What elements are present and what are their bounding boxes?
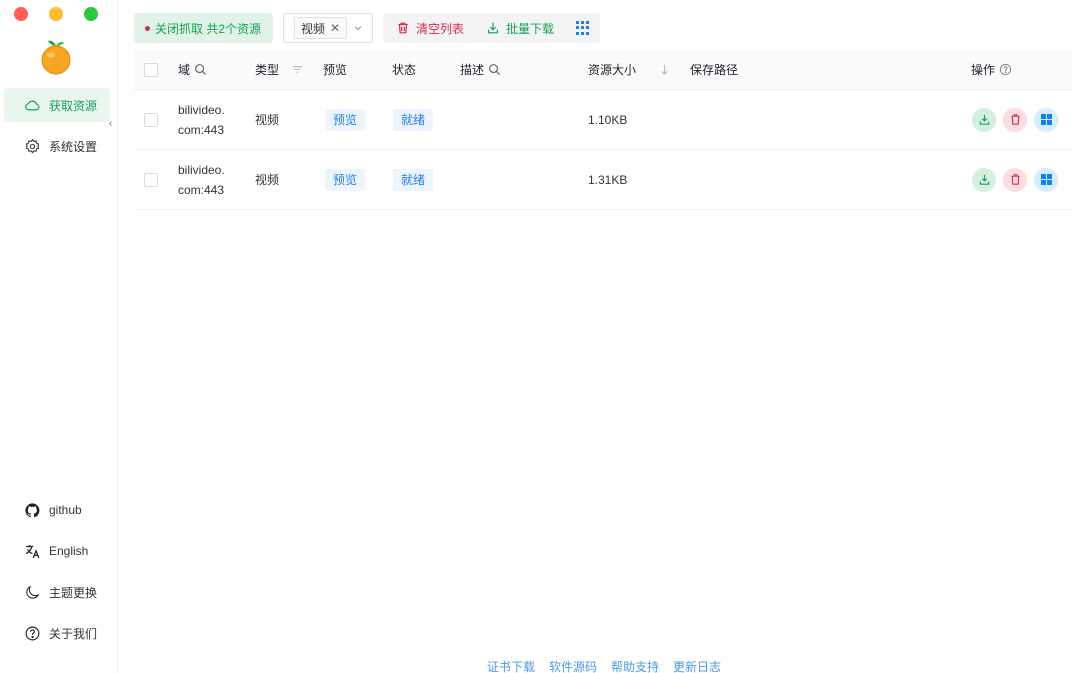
search-icon[interactable] — [194, 63, 207, 76]
sidebar-item-settings[interactable]: 系统设置 — [4, 129, 110, 163]
collapse-sidebar-icon[interactable]: ‹ — [109, 118, 112, 129]
windows-icon — [1040, 114, 1052, 125]
row-domain: bilivideo. — [178, 102, 225, 117]
source-code-link[interactable]: 软件源码 — [549, 658, 597, 673]
translate-icon — [25, 544, 40, 558]
row-size: 1.10KB — [588, 112, 628, 127]
download-button[interactable] — [972, 167, 996, 192]
table-row: bilivideo. com:443 视频 预览 就绪 1.31KB — [134, 150, 1072, 210]
github-icon — [25, 502, 40, 517]
sidebar-item-about[interactable]: 关于我们 — [4, 616, 110, 650]
row-domain-port: com:443 — [178, 122, 225, 137]
footer-links: 证书下载 软件源码 帮助支持 更新日志 — [487, 658, 721, 673]
trash-icon — [1010, 114, 1020, 125]
orange-logo-icon — [41, 40, 71, 75]
preview-button[interactable]: 预览 — [325, 168, 366, 191]
grid-menu-icon[interactable] — [576, 21, 590, 35]
preview-button[interactable]: 预览 — [325, 108, 366, 131]
delete-button[interactable] — [1003, 167, 1027, 192]
row-checkbox[interactable] — [144, 172, 158, 187]
trash-icon — [1010, 174, 1020, 185]
sidebar-item-theme[interactable]: 主题更换 — [4, 575, 110, 609]
gear-icon — [25, 138, 40, 153]
row-size: 1.31KB — [588, 172, 628, 187]
status-badge: 就绪 — [393, 108, 434, 131]
header-type: 类型 — [255, 63, 280, 77]
filter-icon[interactable] — [291, 63, 304, 76]
header-size: 资源大小 — [588, 63, 637, 77]
header-domain: 域 — [178, 63, 191, 77]
open-folder-button[interactable] — [1034, 107, 1058, 132]
recording-dot-icon — [145, 25, 150, 31]
resource-type-select[interactable]: 视频 ✕ — [283, 13, 374, 43]
table-row: bilivideo. com:443 视频 预览 就绪 1.10KB — [134, 90, 1072, 150]
sidebar-item-label: 关于我们 — [49, 626, 98, 641]
sidebar-item-label: github — [49, 503, 82, 517]
sidebar-item-get-resources[interactable]: 获取资源 — [4, 88, 110, 122]
header-status: 状态 — [392, 63, 417, 77]
header-operations: 操作 — [971, 63, 996, 77]
certificate-download-link[interactable]: 证书下载 — [487, 658, 535, 673]
moon-icon — [26, 585, 40, 599]
windows-icon — [1040, 174, 1052, 185]
row-type: 视频 — [255, 173, 280, 187]
batch-download-button[interactable]: 批量下载 — [486, 20, 554, 37]
sidebar-item-label: 系统设置 — [49, 139, 98, 154]
sort-down-icon[interactable] — [658, 63, 671, 76]
row-domain: bilivideo. — [178, 162, 225, 177]
sidebar-item-language[interactable]: English — [4, 534, 110, 568]
download-icon — [979, 114, 989, 125]
open-folder-button[interactable] — [1034, 167, 1058, 192]
row-checkbox[interactable] — [144, 112, 158, 127]
help-support-link[interactable]: 帮助支持 — [611, 658, 659, 673]
clear-list-button[interactable]: 清空列表 — [396, 20, 464, 37]
window-controls — [14, 7, 98, 21]
toggle-capture-button[interactable]: 关闭抓取 共2个资源 — [134, 13, 274, 43]
filter-tag-label: 视频 — [301, 21, 326, 36]
toolbar: 关闭抓取 共2个资源 视频 ✕ 清空列表 批量下载 — [134, 13, 601, 43]
header-description: 描述 — [460, 63, 485, 77]
search-icon[interactable] — [488, 63, 501, 76]
sidebar-item-label: 获取资源 — [49, 98, 98, 113]
chevron-down-icon — [354, 26, 362, 31]
capture-label: 关闭抓取 共2个资源 — [155, 21, 262, 36]
sidebar-item-github[interactable]: github — [4, 493, 110, 527]
row-domain-port: com:443 — [178, 182, 225, 197]
filter-tag: 视频 ✕ — [294, 17, 348, 39]
download-button[interactable] — [972, 107, 996, 132]
header-save-path: 保存路径 — [690, 63, 739, 77]
clear-list-label: 清空列表 — [416, 21, 465, 36]
remove-tag-icon[interactable]: ✕ — [330, 21, 340, 35]
row-type: 视频 — [255, 113, 280, 127]
table-header: 域 类型 预览 状态 描述 资源大小 保存路径 操作 — [134, 50, 1072, 90]
help-circle-icon[interactable] — [999, 63, 1012, 76]
resource-table: 域 类型 预览 状态 描述 资源大小 保存路径 操作 bilivideo. com… — [134, 50, 1072, 210]
header-preview: 预览 — [323, 63, 348, 77]
sidebar-item-label: English — [49, 544, 89, 558]
changelog-link[interactable]: 更新日志 — [673, 658, 721, 673]
minimize-window-button[interactable] — [49, 7, 63, 21]
cloud-icon — [25, 100, 40, 110]
maximize-window-button[interactable] — [84, 7, 98, 21]
help-circle-icon — [25, 626, 40, 640]
select-all-checkbox[interactable] — [144, 62, 158, 77]
batch-download-label: 批量下载 — [506, 21, 555, 36]
status-badge: 就绪 — [393, 168, 434, 191]
download-icon — [979, 174, 989, 185]
download-icon — [488, 22, 499, 34]
sidebar-item-label: 主题更换 — [49, 585, 98, 600]
action-button-group: 清空列表 批量下载 — [383, 13, 601, 43]
sidebar: 获取资源 系统设置 ‹ github English 主题更换 关于我们 — [0, 0, 118, 673]
close-window-button[interactable] — [14, 7, 28, 21]
delete-button[interactable] — [1003, 107, 1027, 132]
trash-icon — [398, 22, 408, 34]
